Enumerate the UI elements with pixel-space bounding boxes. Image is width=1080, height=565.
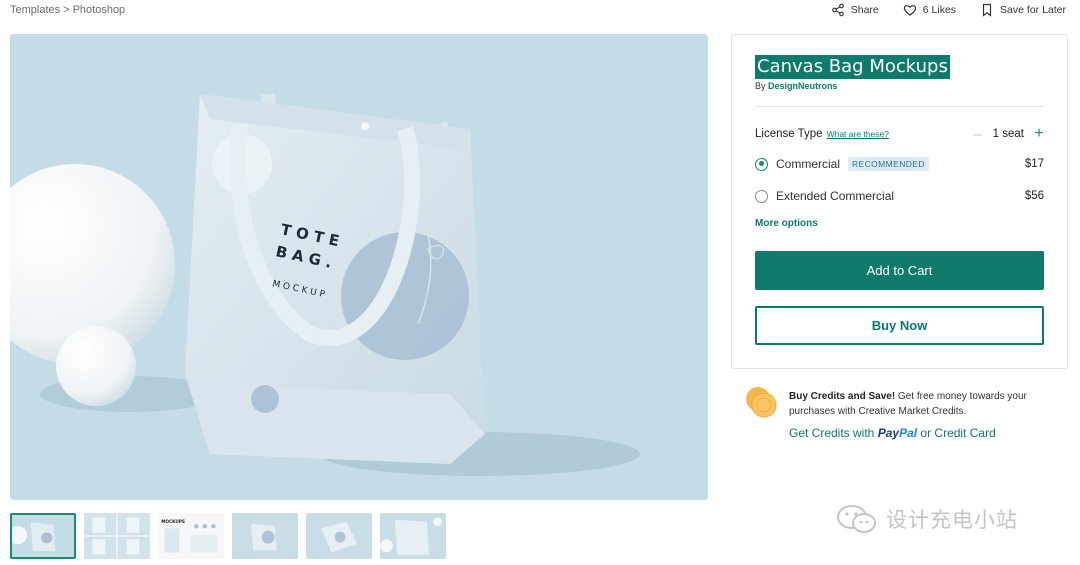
byline-prefix: By (755, 81, 766, 91)
breadcrumb: Templates > Photoshop (10, 4, 125, 16)
license-option-extended[interactable]: Extended Commercial $56 (755, 187, 1044, 205)
get-credits-suffix: or Credit Card (920, 426, 996, 440)
divider (755, 106, 1044, 107)
wechat-icon (837, 505, 876, 533)
extended-price: $56 (1024, 190, 1044, 202)
product-title-wrap: Canvas Bag Mockups (755, 55, 950, 79)
breadcrumb-photoshop[interactable]: Photoshop (73, 4, 126, 16)
breadcrumb-templates[interactable]: Templates (10, 4, 60, 16)
share-icon (831, 3, 844, 17)
share-button[interactable]: Share (831, 3, 879, 17)
watermark-text: 设计充电小站 (886, 509, 1018, 532)
tote-bag-illustration: T O T E B A G . M O C K U P (10, 34, 708, 500)
save-label: Save for Later (1000, 4, 1066, 16)
more-options-link[interactable]: More options (755, 218, 818, 229)
license-type-label: License Type (755, 128, 823, 140)
heart-icon (903, 5, 916, 16)
increment-seat-button[interactable]: + (1034, 125, 1044, 143)
thumbnail-1[interactable] (10, 513, 76, 559)
thumbnail-5[interactable] (306, 513, 372, 559)
get-credits-link[interactable]: Get Credits with PayPal or Credit Card (789, 426, 996, 440)
thumbnail-4[interactable] (232, 513, 298, 559)
like-button[interactable]: 6 Likes (903, 3, 956, 17)
author-byline: By DesignNeutrons (755, 81, 838, 91)
add-to-cart-button[interactable]: Add to Cart (755, 251, 1044, 290)
thumbnail-2[interactable] (84, 513, 150, 559)
license-option-commercial[interactable]: Commercial RECOMMENDED $17 (755, 155, 1044, 173)
get-credits-prefix: Get Credits with (789, 426, 875, 440)
recommended-badge: RECOMMENDED (848, 157, 929, 171)
decrement-seat-button[interactable]: – (973, 126, 983, 143)
product-main-image[interactable]: T O T E B A G . M O C K U P (10, 34, 708, 500)
bookmark-icon (982, 3, 992, 17)
watermark: 设计充电小站 (836, 503, 1018, 535)
license-help-link[interactable]: What are these? (827, 129, 889, 139)
paypal-logo: PayPal (877, 426, 918, 440)
top-actions: Share 6 Likes Save for Later (831, 3, 1066, 17)
coins-icon (746, 387, 777, 418)
radio-commercial[interactable] (755, 157, 768, 171)
extended-label: Extended Commercial (776, 189, 895, 203)
license-type-row: License Type What are these? – 1 seat + (755, 125, 1044, 143)
product-title: Canvas Bag Mockups (755, 55, 950, 79)
share-label: Share (850, 4, 879, 16)
buy-now-button[interactable]: Buy Now (755, 306, 1044, 345)
commercial-price: $17 (1024, 158, 1044, 170)
author-link[interactable]: DesignNeutrons (768, 81, 838, 91)
thumbnail-strip: MOCKUPS (10, 513, 446, 559)
credits-description: Buy Credits and Save! Get free money tow… (789, 389, 1064, 419)
thumbnail-3-label: MOCKUPS (161, 519, 185, 525)
radio-extended-commercial[interactable] (755, 189, 768, 203)
credits-headline: Buy Credits and Save! (789, 391, 896, 402)
seat-stepper: – 1 seat + (973, 125, 1044, 143)
likes-count: 6 Likes (922, 4, 957, 16)
save-for-later-button[interactable]: Save for Later (980, 3, 1066, 17)
commercial-label: Commercial (776, 157, 841, 171)
thumbnail-6[interactable] (380, 513, 446, 559)
purchase-panel: Canvas Bag Mockups By DesignNeutrons Lic… (731, 34, 1068, 369)
thumbnail-3[interactable]: MOCKUPS (158, 513, 224, 559)
seat-count: 1 seat (992, 128, 1024, 140)
breadcrumb-separator: > (63, 4, 70, 16)
